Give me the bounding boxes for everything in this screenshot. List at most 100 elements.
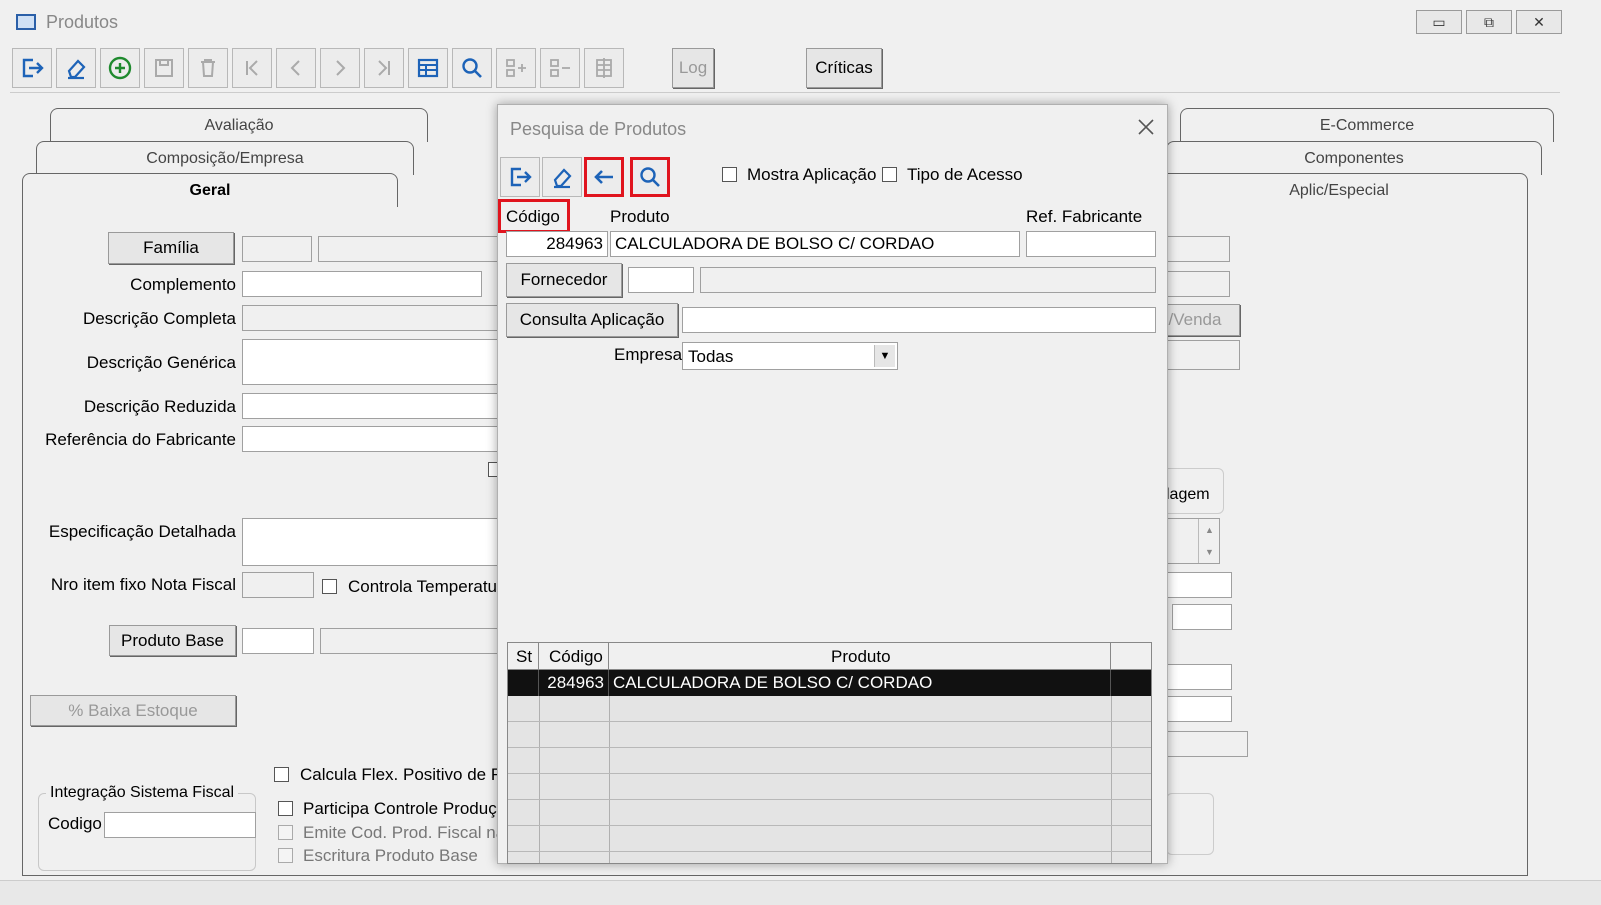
add-item-icon[interactable]	[496, 48, 536, 88]
save-icon[interactable]	[144, 48, 184, 88]
empresa-label: Empresa	[614, 345, 683, 364]
restore-icon[interactable]: ⧉	[1466, 10, 1512, 34]
emite-cod-checkbox[interactable]	[278, 825, 293, 840]
descricao-generica-field[interactable]	[242, 339, 498, 385]
complemento-label: Complemento	[130, 275, 236, 294]
dialog-eraser-icon[interactable]	[542, 157, 582, 197]
insert-row-icon[interactable]	[584, 48, 624, 88]
right-field-5[interactable]	[1172, 604, 1232, 630]
tab-geral[interactable]: Geral	[22, 173, 398, 207]
fornecedor-button[interactable]: Fornecedor	[506, 263, 622, 297]
dialog-close-icon[interactable]	[1134, 115, 1158, 139]
exit-icon[interactable]	[12, 48, 52, 88]
descricao-reduzida-field[interactable]	[242, 393, 498, 419]
right-field-1[interactable]	[1166, 236, 1230, 262]
dialog-codigo-field[interactable]: 284963	[506, 231, 608, 257]
grid-header-produto-label: Produto	[831, 647, 891, 666]
row-produto-cell: CALCULADORA DE BOLSO C/ CORDAO	[609, 670, 1111, 696]
right-field-2[interactable]	[1166, 271, 1230, 297]
especificacao-detalhada-label: Especificação Detalhada	[48, 522, 236, 541]
tab-aplic-especial[interactable]: Aplic/Especial	[1150, 173, 1528, 207]
complemento-field[interactable]	[242, 271, 482, 297]
grid-header-produto[interactable]: Produto	[609, 643, 1111, 669]
eraser-icon[interactable]	[56, 48, 96, 88]
descricao-completa-label: Descrição Completa	[82, 309, 236, 328]
especificacao-detalhada-field[interactable]	[242, 518, 498, 566]
table-row[interactable]: 284963 CALCULADORA DE BOLSO C/ CORDAO	[508, 670, 1151, 696]
right-group-box-2	[1166, 793, 1214, 855]
descricao-reduzida-label: Descrição Reduzida	[83, 397, 236, 416]
tab-componentes[interactable]: Componentes	[1166, 141, 1542, 175]
familia-code-field[interactable]	[242, 236, 312, 262]
right-field-6[interactable]	[1166, 664, 1232, 690]
previous-record-icon[interactable]	[276, 48, 316, 88]
next-record-icon[interactable]	[320, 48, 360, 88]
delete-icon[interactable]	[188, 48, 228, 88]
grid-header-codigo[interactable]: Código	[539, 643, 609, 669]
produto-base-button[interactable]: Produto Base	[109, 625, 236, 656]
toolbar-divider	[10, 92, 1560, 93]
right-field-3[interactable]	[1166, 340, 1240, 370]
criticas-button[interactable]: Críticas	[806, 48, 882, 88]
dialog-codigo-label: Código	[506, 207, 560, 226]
window-title: Produtos	[46, 12, 119, 32]
right-field-8[interactable]	[1166, 731, 1248, 757]
remove-item-icon[interactable]	[540, 48, 580, 88]
dialog-exit-icon[interactable]	[500, 157, 540, 197]
tipo-acesso-checkbox[interactable]	[882, 167, 897, 182]
spinner-icon[interactable]: ▲ ▼	[1198, 519, 1220, 563]
grid-header-st-label: St	[516, 647, 533, 666]
tab-composicao-empresa[interactable]: Composição/Empresa	[36, 141, 414, 175]
tab-ecommerce[interactable]: E-Commerce	[1180, 108, 1554, 142]
search-icon[interactable]	[452, 48, 492, 88]
add-icon[interactable]	[100, 48, 140, 88]
participa-controle-checkbox[interactable]	[278, 801, 293, 816]
calcula-flex-label: Calcula Flex. Positivo de Rep	[300, 765, 523, 784]
minimize-icon[interactable]: ▭	[1416, 10, 1462, 34]
log-button[interactable]: Log	[672, 48, 714, 88]
close-icon[interactable]: ✕	[1516, 10, 1562, 34]
tab-avaliacao[interactable]: Avaliação	[50, 108, 428, 142]
fornecedor-name-field[interactable]	[700, 267, 1156, 293]
right-field-7[interactable]	[1166, 696, 1232, 722]
results-grid: St Código Produto 284963 CALCULADORA DE …	[507, 642, 1152, 864]
nro-item-fixo-field[interactable]	[242, 572, 314, 598]
grid-header-st[interactable]: St	[508, 643, 539, 669]
integracao-group-title: Integração Sistema Fiscal	[46, 784, 239, 802]
dialog-produto-label: Produto	[610, 207, 670, 226]
codigo-field[interactable]	[104, 812, 256, 838]
consulta-aplicacao-button[interactable]: Consulta Aplicação	[506, 303, 678, 337]
referencia-fabricante-field[interactable]	[242, 426, 498, 452]
dialog-ref-fabricante-field[interactable]	[1026, 231, 1156, 257]
consulta-aplicacao-field[interactable]	[682, 307, 1156, 333]
empresa-select[interactable]: Todas ▼	[682, 342, 898, 370]
familia-button[interactable]: Família	[108, 232, 234, 264]
dialog-title: Pesquisa de Produtos	[510, 119, 687, 139]
fornecedor-code-field[interactable]	[628, 267, 694, 293]
mostra-aplicacao-checkbox[interactable]	[722, 167, 737, 182]
first-record-icon[interactable]	[232, 48, 272, 88]
baixa-estoque-button[interactable]: % Baixa Estoque	[30, 695, 236, 726]
escritura-produto-checkbox[interactable]	[278, 848, 293, 863]
nro-item-fixo-label: Nro item fixo Nota Fiscal	[50, 575, 236, 594]
dialog-search-icon[interactable]	[630, 157, 670, 197]
tipo-acesso-label: Tipo de Acesso	[907, 165, 1023, 184]
emite-cod-label: Emite Cod. Prod. Fiscal na N	[303, 823, 523, 842]
participa-controle-label: Participa Controle Produção	[303, 799, 516, 818]
agem-label: lagem	[1166, 486, 1210, 503]
right-field-4[interactable]	[1166, 572, 1232, 598]
calcula-flex-checkbox[interactable]	[274, 767, 289, 782]
produto-base-code-field[interactable]	[242, 628, 314, 654]
table-view-icon[interactable]	[408, 48, 448, 88]
chevron-down-icon[interactable]: ▼	[874, 345, 895, 367]
familia-name-field[interactable]	[318, 236, 498, 262]
dialog-back-arrow-icon[interactable]	[584, 157, 624, 197]
empresa-select-value: Todas	[688, 347, 734, 366]
last-record-icon[interactable]	[364, 48, 404, 88]
descricao-completa-field[interactable]	[242, 305, 498, 331]
dialog-produto-field[interactable]: CALCULADORA DE BOLSO C/ CORDAO	[610, 231, 1020, 257]
controla-temperatura-checkbox[interactable]	[322, 579, 337, 594]
grid-empty-rows	[508, 696, 1151, 863]
referencia-fabricante-label: Referência do Fabricante	[45, 430, 236, 449]
produto-base-name-field[interactable]	[320, 628, 498, 654]
